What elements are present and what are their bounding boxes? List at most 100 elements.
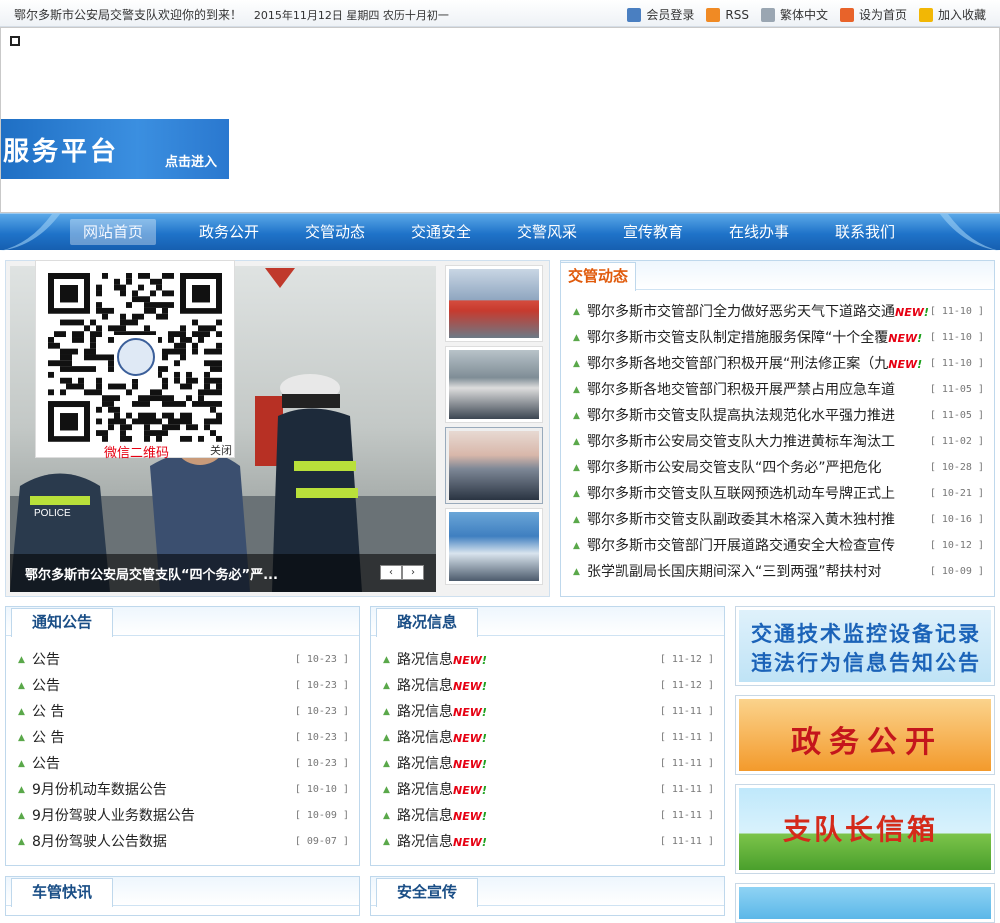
new-badge: NEW! <box>888 332 923 345</box>
list-item-title[interactable]: 路况信息NEW! <box>397 829 487 856</box>
list-item-title[interactable]: 9月份机动车数据公告 <box>32 777 167 803</box>
list-item[interactable]: ▲ 9月份驾驶人业务数据公告 [ 10-09 ] <box>18 803 349 829</box>
list-item[interactable]: ▲ 鄂尔多斯市公安局交管支队“四个务必”严把危化 [ 10-28 ] <box>573 455 984 481</box>
list-item-title[interactable]: 路况信息NEW! <box>397 751 487 778</box>
nav-item-1[interactable]: 政务公开 <box>176 219 282 245</box>
bullet-arrow-icon: ▲ <box>383 837 390 847</box>
list-item[interactable]: ▲ 公告 [ 10-23 ] <box>18 751 349 777</box>
list-item[interactable]: ▲ 路况信息NEW! [ 11-11 ] <box>383 725 714 751</box>
list-item-title[interactable]: 鄂尔多斯市交管部门全力做好恶劣天气下道路交通NEW! <box>587 299 929 326</box>
notice-panel-title[interactable]: 通知公告 <box>11 608 114 637</box>
list-item[interactable]: ▲ 鄂尔多斯市交管部门全力做好恶劣天气下道路交通NEW![ 11-10 ] <box>573 299 984 325</box>
road-info-title[interactable]: 路况信息 <box>376 608 479 637</box>
new-badge: NEW! <box>453 706 487 719</box>
notice-panel-header: 通知公告 <box>6 607 359 637</box>
list-item-title[interactable]: 公 告 <box>32 725 64 751</box>
vehicle-news-title[interactable]: 车管快讯 <box>11 878 114 907</box>
list-item[interactable]: ▲ 路况信息NEW! [ 11-11 ] <box>383 829 714 855</box>
nav-item-7[interactable]: 联系我们 <box>812 219 918 245</box>
list-item-title[interactable]: 公告 <box>32 751 60 777</box>
gov-affairs-ad[interactable]: 政务公开 <box>735 695 995 775</box>
list-item[interactable]: ▲ 路况信息NEW! [ 11-11 ] <box>383 699 714 725</box>
list-item-text: 张学凯副局长国庆期间深入“三到两强”帮扶村对 <box>587 564 882 580</box>
list-item-title[interactable]: 鄂尔多斯市交管支队副政委其木格深入黄木独村推 <box>587 507 895 533</box>
news-panel-title[interactable]: 交管动态 <box>560 262 637 291</box>
nav-item-4[interactable]: 交警风采 <box>494 219 600 245</box>
list-item-title[interactable]: 路况信息NEW! <box>397 725 487 752</box>
list-item[interactable]: ▲ 路况信息NEW! [ 11-11 ] <box>383 803 714 829</box>
safety-title[interactable]: 安全宣传 <box>376 878 479 907</box>
bullet-arrow-icon: ▲ <box>18 785 25 795</box>
slider-thumbnail-2[interactable] <box>445 346 543 423</box>
top-link-2[interactable]: 繁体中文 <box>760 6 828 23</box>
slider-caption[interactable]: 鄂尔多斯市公安局交管支队“四个务必”严... <box>25 564 278 583</box>
list-item-date: [ 10-23 ] <box>294 706 349 717</box>
list-item-title[interactable]: 路况信息NEW! <box>397 673 487 700</box>
list-item-title[interactable]: 8月份驾驶人公告数据 <box>32 829 167 855</box>
list-item-title[interactable]: 9月份驾驶人业务数据公告 <box>32 803 195 829</box>
list-item-title[interactable]: 鄂尔多斯各地交管部门积极开展“刑法修正案（九NEW! <box>587 351 922 378</box>
list-item-title[interactable]: 路况信息NEW! <box>397 777 487 804</box>
list-item[interactable]: ▲ 8月份驾驶人公告数据 [ 09-07 ] <box>18 829 349 855</box>
list-item-title[interactable]: 鄂尔多斯市交管支队提高执法规范化水平强力推进 <box>587 403 895 429</box>
list-item[interactable]: ▲ 9月份机动车数据公告 [ 10-10 ] <box>18 777 349 803</box>
mailbox-ad[interactable]: 支队长信箱 <box>735 784 995 874</box>
service-platform-link[interactable]: 服务平台 点击进入 <box>1 119 229 179</box>
list-item-date: [ 11-10 ] <box>929 358 984 369</box>
top-link-1[interactable]: RSS <box>706 6 749 23</box>
nav-item-3[interactable]: 交通安全 <box>388 219 494 245</box>
list-item-title[interactable]: 路况信息NEW! <box>397 647 487 674</box>
bullet-arrow-icon: ▲ <box>573 567 580 577</box>
list-item[interactable]: ▲ 公 告 [ 10-23 ] <box>18 699 349 725</box>
qr-close-button[interactable]: 关闭 <box>210 442 232 458</box>
list-item-date: [ 10-28 ] <box>929 462 984 473</box>
list-item[interactable]: ▲ 张学凯副局长国庆期间深入“三到两强”帮扶村对 [ 10-09 ] <box>573 559 984 585</box>
list-item[interactable]: ▲ 鄂尔多斯市交管支队提高执法规范化水平强力推进 [ 11-05 ] <box>573 403 984 429</box>
list-item[interactable]: ▲ 鄂尔多斯市公安局交管支队大力推进黄标车淘汰工 [ 11-02 ] <box>573 429 984 455</box>
new-badge: NEW! <box>453 836 487 849</box>
list-item[interactable]: ▲ 鄂尔多斯市交管部门开展道路交通安全大检查宣传 [ 10-12 ] <box>573 533 984 559</box>
slider-thumbnails <box>445 265 546 590</box>
slider-thumbnail-1[interactable] <box>445 265 543 342</box>
top-link-4[interactable]: 加入收藏 <box>918 6 986 23</box>
list-item-title[interactable]: 路况信息NEW! <box>397 699 487 726</box>
list-item[interactable]: ▲ 鄂尔多斯市交管支队互联网预选机动车号牌正式上 [ 10-21 ] <box>573 481 984 507</box>
list-item[interactable]: ▲ 公告 [ 10-23 ] <box>18 647 349 673</box>
list-item[interactable]: ▲ 鄂尔多斯各地交管部门积极开展“刑法修正案（九NEW! [ 11-10 ] <box>573 351 984 377</box>
list-item[interactable]: ▲ 路况信息NEW! [ 11-11 ] <box>383 751 714 777</box>
list-item-title[interactable]: 鄂尔多斯市交管支队互联网预选机动车号牌正式上 <box>587 481 895 507</box>
bullet-arrow-icon: ▲ <box>383 759 390 769</box>
list-item[interactable]: ▲ 鄂尔多斯市交管支队副政委其木格深入黄木独村推 [ 10-16 ] <box>573 507 984 533</box>
list-item-title[interactable]: 公告 <box>32 647 60 673</box>
list-item[interactable]: ▲ 鄂尔多斯各地交管部门积极开展严禁占用应急车道 [ 11-05 ] <box>573 377 984 403</box>
nav-item-5[interactable]: 宣传教育 <box>600 219 706 245</box>
list-item[interactable]: ▲ 公 告 [ 10-23 ] <box>18 725 349 751</box>
top-link-3[interactable]: 设为首页 <box>839 6 907 23</box>
extra-ad[interactable] <box>735 883 995 923</box>
list-item-title[interactable]: 张学凯副局长国庆期间深入“三到两强”帮扶村对 <box>587 559 882 585</box>
slider-thumbnail-3[interactable] <box>445 427 543 504</box>
list-item[interactable]: ▲ 鄂尔多斯市交管支队制定措施服务保障“十个全覆NEW! [ 11-10 ] <box>573 325 984 351</box>
nav-item-0[interactable]: 网站首页 <box>70 219 156 245</box>
list-item[interactable]: ▲ 路况信息NEW! [ 11-12 ] <box>383 647 714 673</box>
list-item-title[interactable]: 公 告 <box>32 699 64 725</box>
list-item-title[interactable]: 鄂尔多斯市公安局交管支队“四个务必”严把危化 <box>587 455 882 481</box>
nav-item-6[interactable]: 在线办事 <box>706 219 812 245</box>
list-item-title[interactable]: 路况信息NEW! <box>397 803 487 830</box>
list-item-title[interactable]: 公告 <box>32 673 60 699</box>
list-item[interactable]: ▲ 路况信息NEW! [ 11-11 ] <box>383 777 714 803</box>
list-item-title[interactable]: 鄂尔多斯市交管部门开展道路交通安全大检查宣传 <box>587 533 895 559</box>
list-item[interactable]: ▲ 路况信息NEW! [ 11-12 ] <box>383 673 714 699</box>
list-item-title[interactable]: 鄂尔多斯市交管支队制定措施服务保障“十个全覆NEW! <box>587 325 922 352</box>
slider-next-button[interactable]: › <box>402 565 424 580</box>
list-item-title[interactable]: 鄂尔多斯市公安局交管支队大力推进黄标车淘汰工 <box>587 429 895 455</box>
list-item-title[interactable]: 鄂尔多斯各地交管部门积极开展严禁占用应急车道 <box>587 377 895 403</box>
list-item-date: [ 10-09 ] <box>929 566 984 577</box>
current-date: 2015年11月12日 星期四 农历十月初一 <box>253 9 449 22</box>
nav-item-2[interactable]: 交管动态 <box>282 219 388 245</box>
slider-thumbnail-4[interactable] <box>445 508 543 585</box>
monitor-notice-ad[interactable]: 交通技术监控设备记录 违法行为信息告知公告 <box>735 606 995 686</box>
top-link-0[interactable]: 会员登录 <box>627 6 694 23</box>
list-item[interactable]: ▲ 公告 [ 10-23 ] <box>18 673 349 699</box>
slider-prev-button[interactable]: ‹ <box>380 565 402 580</box>
